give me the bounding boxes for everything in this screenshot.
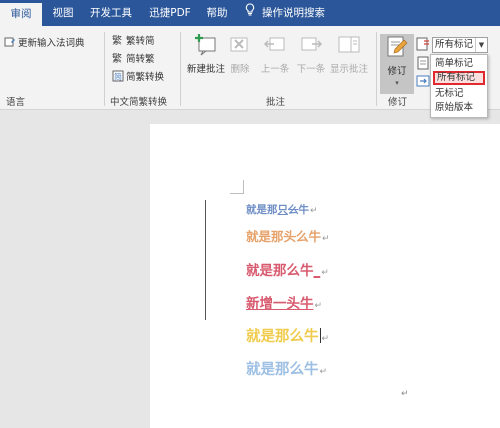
update-ime-dictionary-button[interactable]: 更新输入法词典: [4, 36, 85, 52]
margin-corner-mark: [243, 180, 244, 194]
show-comments-icon: [336, 32, 362, 58]
document-end-mark: ↵: [401, 389, 409, 399]
track-changes-label: 修订: [387, 66, 407, 77]
text-cursor: [319, 328, 321, 343]
svg-text:繁: 繁: [112, 34, 122, 46]
update-ime-dictionary-label: 更新输入法词典: [18, 38, 85, 49]
paragraph-mark: ↵: [321, 334, 330, 344]
markup-option-simple[interactable]: 简单标记: [433, 57, 485, 71]
show-comments-label: 显示批注: [329, 64, 368, 75]
change-bar: [205, 200, 206, 320]
doc-text: 牛: [298, 204, 310, 216]
ribbon-tab-bar: 审阅 视图 开发工具 迅捷PDF 帮助 操作说明搜索: [0, 0, 500, 26]
track-changes-icon: [384, 34, 410, 60]
doc-line-4[interactable]: 新增一头牛↵: [246, 292, 322, 312]
doc-inserted-text: 新增一头牛: [246, 296, 314, 312]
group-separator: [180, 32, 181, 106]
new-comment-label: 新建批注: [186, 64, 225, 75]
doc-text: 就是那么牛: [246, 263, 314, 279]
dictionary-icon: [4, 36, 16, 48]
track-changes-dropdown-arrow-icon: ▾: [395, 79, 399, 87]
previous-comment-icon: [262, 32, 288, 58]
delete-comment-icon: [227, 32, 253, 58]
doc-line-3[interactable]: 就是那么牛_↵: [246, 259, 329, 279]
next-comment-label: 下一条: [296, 64, 326, 75]
group-label-chinese-conversion: 中文简繁转换: [110, 97, 168, 108]
paragraph-mark: ↵: [310, 206, 318, 216]
doc-line-2[interactable]: 就是那头么牛↵: [246, 226, 330, 245]
tell-me-label: 操作说明搜索: [262, 7, 325, 19]
trad-to-simp-icon: 繁: [112, 34, 124, 47]
next-comment-button[interactable]: 下一条: [292, 32, 330, 88]
doc-deleted-text: 么: [288, 204, 299, 216]
doc-text: 就是那: [246, 204, 278, 216]
group-label-tracking: 修订: [388, 97, 408, 108]
doc-text: 么牛: [296, 229, 322, 244]
simp-to-trad-icon: 繁: [112, 52, 124, 65]
markup-display-select[interactable]: 所有标记 ▼: [432, 37, 488, 53]
track-changes-button[interactable]: 修订 ▾: [380, 34, 414, 94]
svg-text:繁: 繁: [112, 52, 122, 64]
doc-line-1[interactable]: 就是那只么牛↵: [246, 202, 318, 217]
doc-deleted-text: 头: [283, 229, 297, 244]
doc-inserted-text: 只: [277, 204, 289, 216]
paragraph-mark: ↵: [314, 301, 323, 311]
paragraph-mark: ↵: [319, 367, 328, 377]
margin-corner-mark: [230, 193, 244, 194]
markup-display-value: 所有标记: [435, 39, 474, 50]
group-label-language: 语言: [6, 97, 26, 108]
paragraph-mark: ↵: [322, 234, 330, 244]
group-separator: [104, 32, 105, 106]
delete-comment-label: 删除: [230, 64, 250, 75]
markup-option-all[interactable]: 所有标记: [433, 71, 485, 85]
display-for-review-icon: [416, 37, 430, 51]
paragraph-mark: ↵: [321, 268, 329, 278]
doc-line-5[interactable]: 就是那么牛 ↵: [246, 325, 329, 346]
tab-developer[interactable]: 开发工具: [84, 0, 138, 26]
next-comment-icon: [298, 32, 324, 58]
ribbon-panel: 更新输入法词典 语言 繁 繁转简 繁 简转繁 简 简繁转换 中文简繁转换 新建批…: [0, 26, 500, 110]
tab-xunjie-pdf[interactable]: 迅捷PDF: [142, 0, 198, 26]
doc-line-6[interactable]: 就是那么牛↵: [246, 358, 327, 379]
chevron-down-icon[interactable]: ▼: [475, 38, 487, 52]
doc-inserted-text: _: [313, 263, 321, 279]
doc-text: 就是那么牛: [246, 362, 319, 378]
lightbulb-icon: [242, 0, 258, 26]
group-label-comments: 批注: [266, 97, 286, 108]
chinese-conversion-icon: 简: [112, 70, 124, 82]
new-comment-icon: [193, 32, 219, 58]
chinese-conversion-label: 简繁转换: [126, 72, 165, 83]
svg-text:简: 简: [114, 72, 122, 82]
markup-options-dropdown: 简单标记 所有标记 无标记 原始版本: [430, 54, 488, 118]
markup-option-original[interactable]: 原始版本: [433, 101, 485, 115]
chinese-conversion-button[interactable]: 简 简繁转换: [112, 70, 164, 86]
show-comments-button[interactable]: 显示批注: [326, 32, 372, 88]
tab-review[interactable]: 审阅: [0, 3, 42, 26]
trad-to-simp-label: 繁转简: [126, 36, 155, 47]
simp-to-trad-label: 简转繁: [126, 54, 155, 65]
doc-text: 就是那么牛: [246, 329, 319, 345]
simp-to-trad-button[interactable]: 繁 简转繁: [112, 52, 155, 68]
previous-comment-label: 上一条: [260, 64, 290, 75]
markup-option-none[interactable]: 无标记: [433, 87, 485, 101]
tab-view[interactable]: 视图: [46, 0, 80, 26]
group-separator: [376, 32, 377, 106]
tab-help[interactable]: 帮助: [200, 0, 234, 26]
delete-comment-button[interactable]: 删除: [222, 32, 258, 88]
show-markup-icon[interactable]: [416, 56, 430, 70]
tell-me-search[interactable]: 操作说明搜索: [242, 0, 325, 26]
doc-text: 就是那: [246, 229, 284, 244]
reviewing-pane-icon[interactable]: [416, 74, 430, 88]
previous-comment-button[interactable]: 上一条: [256, 32, 294, 88]
trad-to-simp-button[interactable]: 繁 繁转简: [112, 34, 155, 50]
